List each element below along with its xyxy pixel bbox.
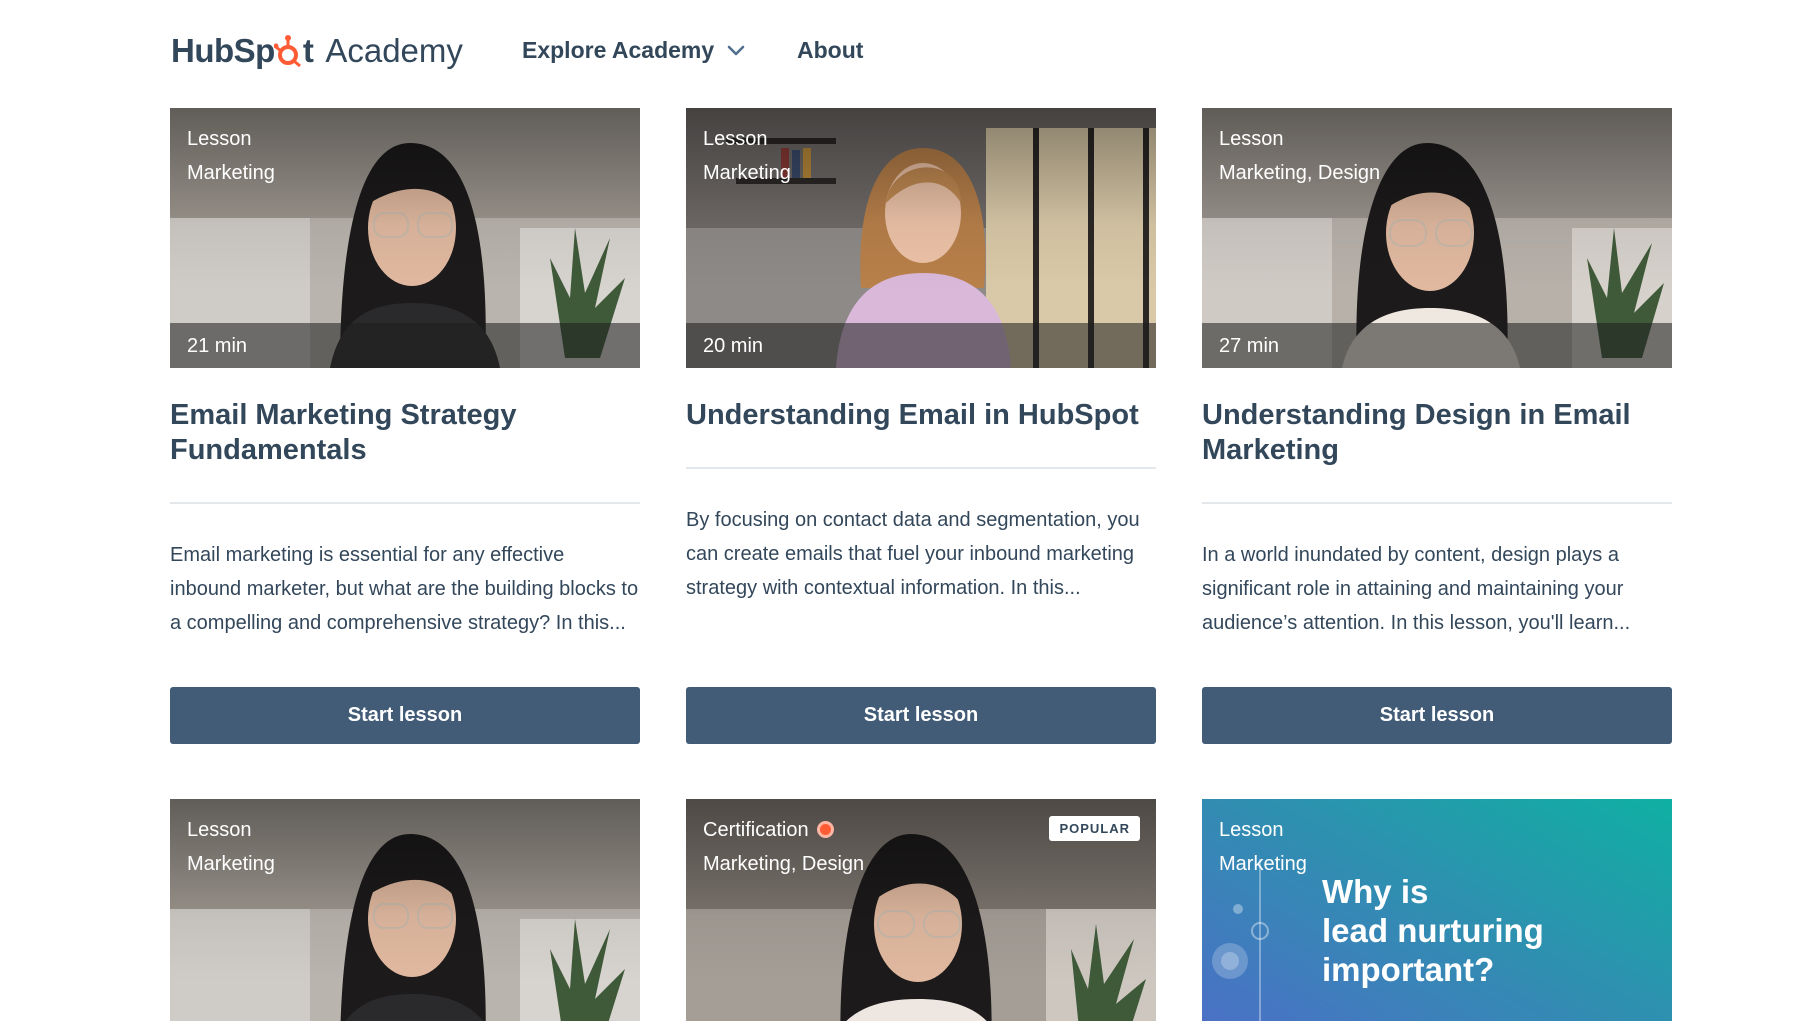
course-thumbnail[interactable]: Lesson Marketing 21 min <box>170 108 640 368</box>
course-card: Lesson Marketing 21 min Email Marketing … <box>170 108 640 748</box>
topic-tags: Marketing <box>1219 853 1307 875</box>
logo-brand-right: t <box>302 32 314 69</box>
divider <box>170 502 640 504</box>
course-thumbnail[interactable]: Lesson Marketing <box>170 799 640 1021</box>
card-meta: Lesson Marketing <box>1219 813 1307 881</box>
course-thumbnail[interactable]: Lesson Marketing, Design 27 min <box>1202 108 1672 368</box>
card-meta: Lesson Marketing <box>703 122 791 190</box>
logo-product-name: Academy <box>325 32 463 69</box>
duration-label: 20 min <box>703 335 764 357</box>
thumbnail-headline: Why is lead nurturing important? <box>1322 872 1544 989</box>
course-thumbnail[interactable]: Lesson Marketing 20 min <box>686 108 1156 368</box>
course-card: Lesson Marketing, Design 27 min Understa… <box>1202 108 1672 748</box>
thumbnail-headline-line: Why is <box>1322 873 1429 910</box>
course-thumbnail[interactable]: Certification Marketing, Design POPULAR <box>686 799 1156 1021</box>
course-title[interactable]: Understanding Email in HubSpot <box>686 398 1156 433</box>
logo-brand-left: HubSp <box>171 32 275 69</box>
course-title[interactable]: Email Marketing Strategy Fundamentals <box>170 398 640 468</box>
card-meta: Lesson Marketing <box>187 122 275 190</box>
course-card: Lesson Marketing Why is lead nurturing i… <box>1202 799 1672 1021</box>
topic-tags: Marketing, Design <box>703 853 865 875</box>
course-title[interactable]: Understanding Design in Email Marketing <box>1202 398 1672 468</box>
nav-about-label: About <box>797 37 864 63</box>
sprocket-icon <box>273 35 301 68</box>
course-description: Email marketing is essential for any eff… <box>170 544 639 634</box>
site-header: HubSp t Academy Explore Academy About <box>0 0 1815 104</box>
chevron-down-icon <box>727 45 745 55</box>
popular-badge: POPULAR <box>1049 816 1140 841</box>
divider <box>1202 502 1672 504</box>
nav-explore-academy[interactable]: Explore Academy <box>522 37 746 64</box>
duration-label: 21 min <box>187 335 248 357</box>
thumbnail-headline-line: important? <box>1322 951 1495 988</box>
topic-tags: Marketing, Design <box>1219 162 1381 184</box>
start-lesson-button[interactable]: Start lesson <box>1202 687 1672 744</box>
start-lesson-button[interactable]: Start lesson <box>686 687 1156 744</box>
course-card: Lesson Marketing 20 min Understanding Em… <box>686 108 1156 748</box>
card-meta: Lesson Marketing, Design <box>1219 122 1380 190</box>
content-type-label: Certification <box>703 819 809 841</box>
course-thumbnail[interactable]: Lesson Marketing Why is lead nurturing i… <box>1202 799 1672 1021</box>
content-type-row: Certification <box>703 813 864 847</box>
thumbnail-headline-line: lead nurturing <box>1322 912 1544 949</box>
content-type-label: Lesson <box>187 128 252 150</box>
course-card: Certification Marketing, Design POPULAR <box>686 799 1156 1021</box>
content-type-label: Lesson <box>703 128 768 150</box>
content-type-label: Lesson <box>1219 819 1284 841</box>
nav-explore-academy-label: Explore Academy <box>522 37 715 63</box>
content-type-label: Lesson <box>187 819 252 841</box>
duration-label: 27 min <box>1219 335 1280 357</box>
topic-tags: Marketing <box>187 853 275 875</box>
card-meta: Certification Marketing, Design <box>703 813 864 881</box>
content-type-label: Lesson <box>1219 128 1284 150</box>
certification-dot-icon <box>816 820 834 838</box>
divider <box>686 467 1156 469</box>
topic-tags: Marketing <box>703 162 791 184</box>
nav-about[interactable]: About <box>797 37 863 64</box>
hubspot-academy-logo[interactable]: HubSp t Academy <box>171 28 463 74</box>
card-meta: Lesson Marketing <box>187 813 275 881</box>
topic-tags: Marketing <box>187 162 275 184</box>
course-description: By focusing on contact data and segmenta… <box>686 509 1140 599</box>
course-description: In a world inundated by content, design … <box>1202 544 1631 634</box>
course-card: Lesson Marketing <box>170 799 640 1021</box>
start-lesson-button[interactable]: Start lesson <box>170 687 640 744</box>
